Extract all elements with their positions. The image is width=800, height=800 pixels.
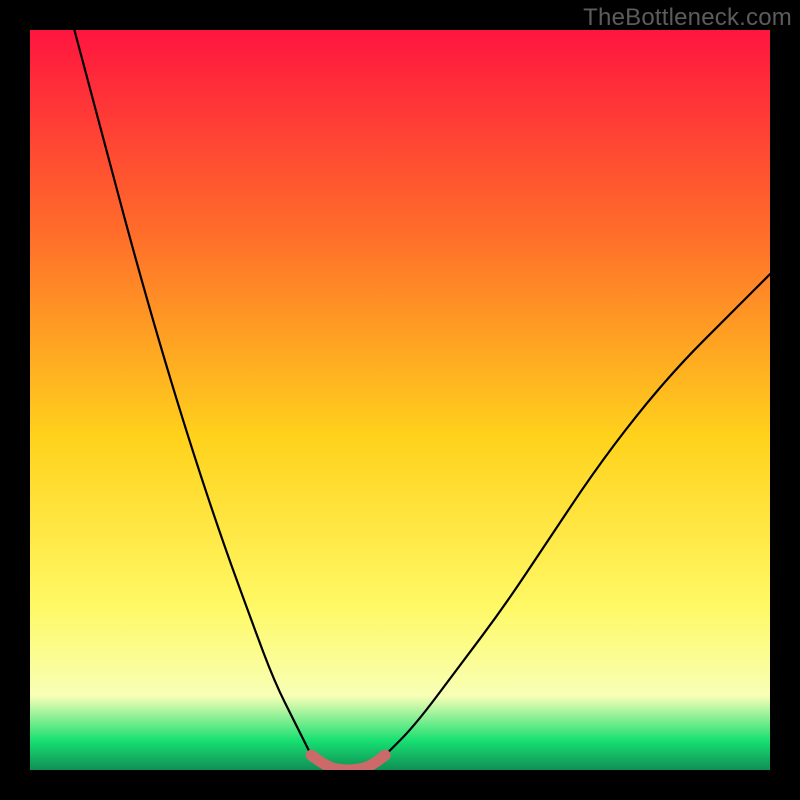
watermark-text: TheBottleneck.com [583,4,792,32]
chart-frame: TheBottleneck.com [0,0,800,800]
plot-area [30,30,770,770]
plot-svg [30,30,770,770]
gradient-background [30,30,770,770]
